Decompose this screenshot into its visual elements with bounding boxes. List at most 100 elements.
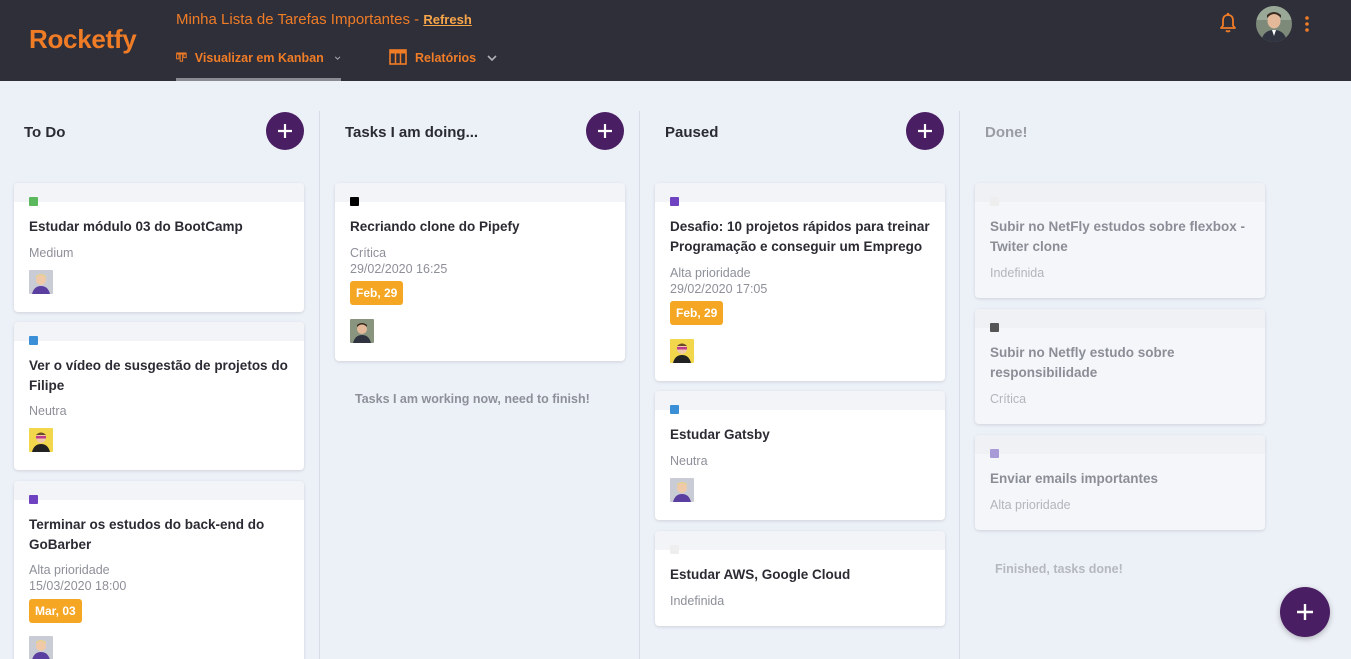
column-title: To Do	[24, 124, 66, 141]
column-title: Paused	[665, 124, 719, 141]
assignee-photo	[29, 270, 53, 294]
card-priority: Crítica	[990, 392, 1027, 406]
card-title: Desafio: 10 projetos rápidos para treina…	[670, 219, 930, 254]
card-title: Ver o vídeo de susgestão de projetos do …	[29, 358, 288, 393]
card-header-strip	[655, 391, 945, 410]
tab-kanban-view[interactable]: Visualizar em Kanban	[176, 47, 341, 81]
assignee-avatar[interactable]	[29, 636, 53, 659]
tab-reports-label: Relatórios	[415, 51, 477, 65]
task-card[interactable]: Estudar módulo 03 do BootCamp Medium	[14, 183, 304, 312]
column-paused: Paused Desafio: 10 projetos rápidos para…	[640, 81, 959, 659]
card-title: Estudar módulo 03 do BootCamp	[29, 219, 243, 234]
task-card[interactable]: Enviar emails importantes Alta prioridad…	[975, 435, 1265, 530]
assignee-avatar[interactable]	[29, 270, 53, 294]
plus-icon	[278, 124, 292, 138]
add-card-button[interactable]	[586, 112, 624, 150]
card-header-strip	[975, 309, 1265, 328]
column-description: Finished, tasks done!	[995, 562, 1123, 576]
due-date-badge: Feb, 29	[350, 281, 404, 305]
card-priority: Indefinida	[670, 594, 725, 608]
assignee-photo	[350, 319, 374, 343]
card-header-strip	[335, 183, 625, 202]
assignee-avatar[interactable]	[670, 339, 694, 363]
card-title: Enviar emails importantes	[990, 471, 1159, 486]
plus-icon	[598, 124, 612, 138]
card-label-tag	[29, 197, 38, 206]
due-date-badge: Mar, 03	[29, 599, 82, 623]
card-label-tag	[350, 197, 359, 206]
card-priority: Alta prioridade	[670, 266, 751, 280]
due-date-badge: Feb, 29	[670, 301, 724, 325]
card-header-strip	[655, 183, 945, 202]
task-card[interactable]: Subir no NetFly estudos sobre flexbox - …	[975, 183, 1265, 298]
card-label-tag	[990, 449, 999, 458]
card-datetime: 29/02/2020 16:25	[350, 262, 448, 276]
card-title: Subir no Netfly estudo sobre responsibil…	[990, 345, 1175, 380]
notification-bell-icon[interactable]	[1218, 12, 1238, 34]
card-header-strip	[14, 322, 304, 341]
task-card[interactable]: Estudar Gatsby Neutra	[655, 391, 945, 520]
refresh-link[interactable]: Refresh	[423, 12, 471, 27]
card-header-strip	[655, 531, 945, 550]
card-label-tag	[670, 545, 679, 554]
card-title: Estudar Gatsby	[670, 427, 770, 442]
chevron-down-icon	[487, 55, 497, 62]
assignee-avatar[interactable]	[670, 478, 694, 502]
card-header-strip	[14, 183, 304, 202]
column-description: Tasks I am working now, need to finish!	[355, 392, 590, 406]
kanban-icon	[176, 52, 187, 62]
assignee-photo	[670, 478, 694, 502]
card-priority: Neutra	[670, 454, 708, 468]
assignee-avatar[interactable]	[29, 428, 53, 452]
card-header-strip	[975, 183, 1265, 202]
card-priority: Indefinida	[990, 266, 1045, 280]
tab-kanban-label: Visualizar em Kanban	[194, 51, 324, 65]
assignee-photo	[670, 339, 694, 363]
user-photo	[1256, 6, 1292, 42]
user-avatar[interactable]	[1256, 6, 1292, 42]
plus-icon	[918, 124, 932, 138]
board-title-text: Minha Lista de Tarefas Importantes -	[176, 11, 424, 28]
card-title: Recriando clone do Pipefy	[350, 219, 520, 234]
plus-icon	[1297, 604, 1313, 620]
assignee-photo	[29, 636, 53, 659]
assignee-avatar[interactable]	[350, 319, 374, 343]
board-title: Minha Lista de Tarefas Importantes - Ref…	[176, 11, 472, 28]
column-todo: To Do Estudar módulo 03 do BootCamp Medi…	[0, 81, 319, 659]
card-label-tag	[29, 336, 38, 345]
card-label-tag	[990, 323, 999, 332]
card-datetime: 15/03/2020 18:00	[29, 579, 127, 593]
card-priority: Alta prioridade	[29, 563, 110, 577]
card-header-strip	[14, 481, 304, 500]
card-title: Subir no NetFly estudos sobre flexbox - …	[990, 219, 1246, 254]
card-priority: Crítica	[350, 246, 387, 260]
card-datetime: 29/02/2020 17:05	[670, 282, 768, 296]
top-navbar: Rocketfy Minha Lista de Tarefas Importan…	[0, 0, 1351, 81]
task-card[interactable]: Estudar AWS, Google Cloud Indefinida	[655, 531, 945, 626]
assignee-photo	[29, 428, 53, 452]
add-card-button[interactable]	[906, 112, 944, 150]
task-card[interactable]: Desafio: 10 projetos rápidos para treina…	[655, 183, 945, 381]
column-done: Done! Subir no NetFly estudos sobre flex…	[960, 81, 1351, 659]
column-doing: Tasks I am doing... Recriando clone do P…	[320, 81, 639, 659]
card-label-tag	[670, 405, 679, 414]
add-task-fab[interactable]	[1280, 587, 1330, 637]
table-icon	[389, 49, 407, 65]
chevron-down-icon	[334, 56, 341, 60]
task-card[interactable]: Ver o vídeo de susgestão de projetos do …	[14, 322, 304, 470]
card-title: Terminar os estudos do back-end do GoBar…	[29, 517, 265, 552]
card-priority: Alta prioridade	[990, 498, 1071, 512]
card-label-tag	[29, 495, 38, 504]
more-options-icon[interactable]	[1301, 14, 1313, 34]
card-priority: Medium	[29, 246, 74, 260]
column-title: Done!	[985, 124, 1028, 141]
task-card[interactable]: Terminar os estudos do back-end do GoBar…	[14, 481, 304, 659]
add-card-button[interactable]	[266, 112, 304, 150]
app-logo[interactable]: Rocketfy	[29, 24, 137, 55]
task-card[interactable]: Subir no Netfly estudo sobre responsibil…	[975, 309, 1265, 424]
card-header-strip	[975, 435, 1265, 454]
card-label-tag	[670, 197, 679, 206]
tab-reports[interactable]: Relatórios	[389, 47, 498, 81]
card-title: Estudar AWS, Google Cloud	[670, 567, 851, 582]
task-card[interactable]: Recriando clone do Pipefy Crítica 29/02/…	[335, 183, 625, 361]
